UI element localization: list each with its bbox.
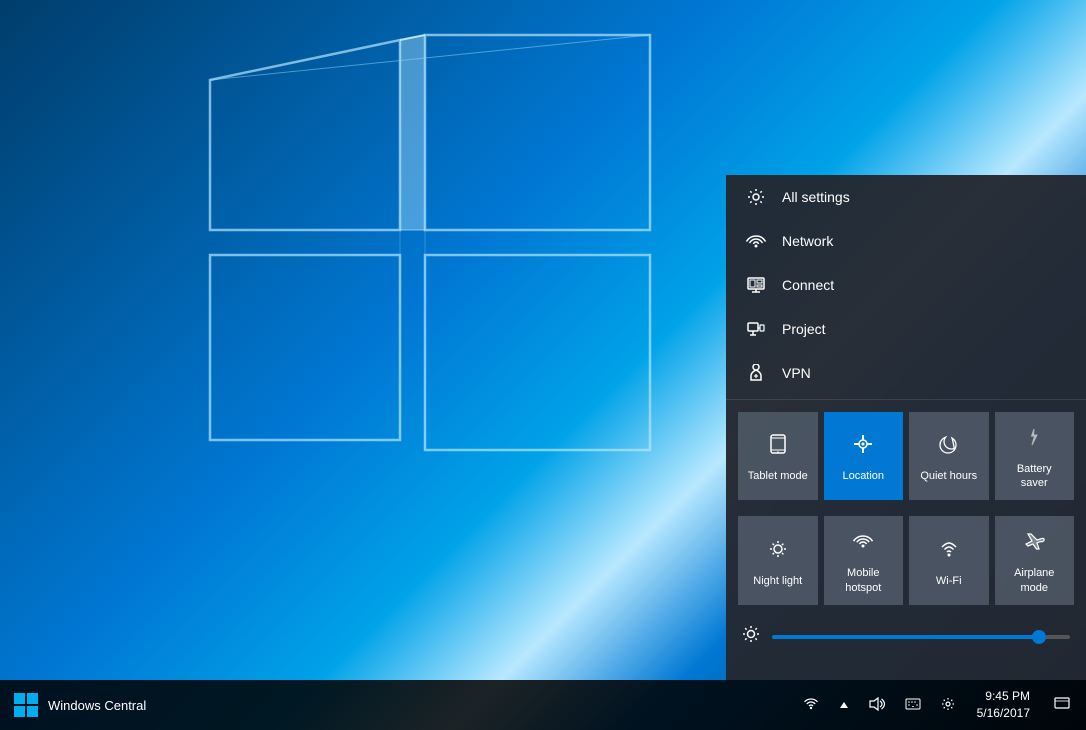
tiles-row-2: Night light Mobile hotspot: [726, 508, 1086, 613]
airplane-mode-label: Airplane mode: [1003, 566, 1067, 595]
network-label: Network: [782, 233, 833, 249]
battery-saver-tile[interactable]: Battery saver: [995, 412, 1075, 501]
vpn-item[interactable]: VPN: [726, 351, 1086, 395]
settings-icon: [746, 187, 766, 207]
mobile-hotspot-tile[interactable]: Mobile hotspot: [824, 516, 904, 605]
wifi-icon: [938, 538, 960, 566]
taskbar-time: 9:45 PM: [977, 688, 1030, 705]
taskbar-right: 9:45 PM 5/16/2017: [797, 688, 1086, 722]
vpn-icon: [746, 363, 766, 383]
quiet-hours-label: Quiet hours: [920, 469, 977, 483]
connect-label: Connect: [782, 277, 834, 293]
taskbar-settings-icon[interactable]: [935, 693, 961, 718]
location-label: Location: [842, 469, 884, 483]
mobile-hotspot-icon: [852, 530, 874, 558]
taskbar-clock[interactable]: 9:45 PM 5/16/2017: [969, 688, 1038, 722]
connect-icon: [746, 275, 766, 295]
connect-item[interactable]: Connect: [726, 263, 1086, 307]
tablet-mode-icon: [767, 433, 789, 461]
location-icon: [852, 433, 874, 461]
taskbar-volume-icon[interactable]: [863, 693, 891, 718]
tablet-mode-tile[interactable]: Tablet mode: [738, 412, 818, 501]
mobile-hotspot-label: Mobile hotspot: [832, 566, 896, 595]
windows-flag-icon: [12, 691, 40, 719]
night-light-tile[interactable]: Night light: [738, 516, 818, 605]
action-center: All settings Network: [726, 175, 1086, 680]
brightness-thumb[interactable]: [1032, 630, 1046, 644]
tiles-row-1: Tablet mode Location: [726, 404, 1086, 509]
tablet-mode-label: Tablet mode: [748, 469, 808, 483]
project-icon: [746, 319, 766, 339]
desktop: All settings Network: [0, 0, 1086, 730]
taskbar-date: 5/16/2017: [977, 705, 1030, 722]
quiet-hours-tile[interactable]: Quiet hours: [909, 412, 989, 501]
project-label: Project: [782, 321, 826, 337]
quiet-hours-icon: [938, 433, 960, 461]
taskbar: Windows Central: [0, 680, 1086, 730]
all-settings-item[interactable]: All settings: [726, 175, 1086, 219]
brightness-icon: [742, 625, 760, 648]
night-light-label: Night light: [753, 574, 802, 588]
brightness-control: [726, 613, 1086, 660]
taskbar-arrow-icon[interactable]: [833, 693, 855, 717]
taskbar-network-icon[interactable]: [797, 693, 825, 718]
network-item[interactable]: Network: [726, 219, 1086, 263]
brightness-slider[interactable]: [772, 635, 1070, 639]
project-item[interactable]: Project: [726, 307, 1086, 351]
airplane-mode-icon: [1023, 530, 1045, 558]
location-tile[interactable]: Location: [824, 412, 904, 501]
all-settings-label: All settings: [782, 189, 850, 205]
wifi-tile[interactable]: Wi-Fi: [909, 516, 989, 605]
windows-logo: [130, 20, 690, 480]
taskbar-notification-icon[interactable]: [1046, 691, 1078, 720]
battery-saver-label: Battery saver: [1003, 462, 1067, 491]
divider-1: [726, 399, 1086, 400]
wifi-label: Wi-Fi: [936, 574, 962, 588]
taskbar-keyboard-icon[interactable]: [899, 693, 927, 717]
taskbar-logo: Windows Central: [0, 691, 158, 719]
airplane-mode-tile[interactable]: Airplane mode: [995, 516, 1075, 605]
network-icon: [746, 231, 766, 251]
battery-saver-icon: [1023, 426, 1045, 454]
night-light-icon: [767, 538, 789, 566]
taskbar-brand-label: Windows Central: [48, 698, 146, 713]
vpn-label: VPN: [782, 365, 811, 381]
